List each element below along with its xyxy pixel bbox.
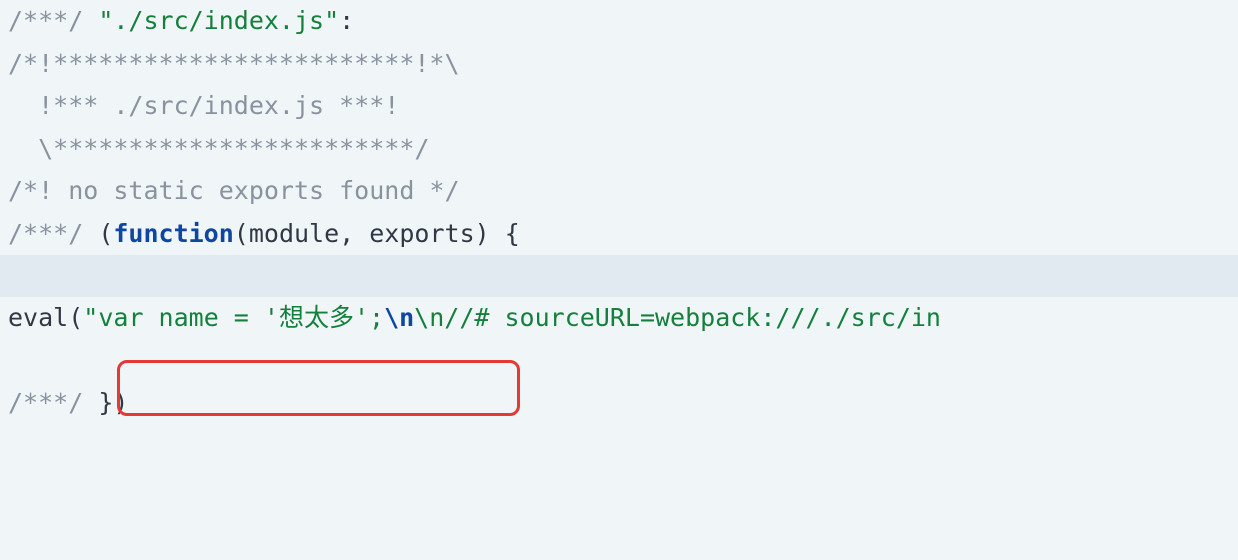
escape-sequence: \n [414, 303, 444, 332]
code-line-2: /*!************************!*\ [0, 43, 1238, 86]
close-braces: }) [98, 388, 128, 417]
function-params: (module, exports) [234, 219, 505, 248]
code-line-6: /***/ (function(module, exports) { [0, 213, 1238, 256]
code-line-5: /*! no static exports found */ [0, 170, 1238, 213]
escape-sequence: \n [384, 303, 414, 332]
comment-marker: /***/ [8, 6, 98, 35]
source-url-comment: //# sourceURL=webpack:///./src/in [444, 303, 941, 332]
code-line-4: \************************/ [0, 128, 1238, 171]
code-line-7-blank [0, 255, 1238, 297]
string-quote: " [83, 303, 98, 332]
string-content: var name = '想太多'; [98, 303, 384, 332]
colon: : [339, 6, 354, 35]
function-keyword: function [113, 219, 233, 248]
code-line-8: eval("var name = '想太多';\n\n//# sourceURL… [0, 297, 1238, 340]
string-literal: "./src/index.js" [98, 6, 339, 35]
comment-block: !*** ./src/index.js ***! [8, 91, 399, 120]
code-line-1: /***/ "./src/index.js": [0, 0, 1238, 43]
code-line-3: !*** ./src/index.js ***! [0, 85, 1238, 128]
code-line-9-blank [0, 340, 1238, 382]
comment-block: \************************/ [8, 134, 429, 163]
code-line-10: /***/ }) [0, 382, 1238, 425]
brace-open: { [505, 219, 520, 248]
comment-block: /*! no static exports found */ [8, 176, 460, 205]
paren-open: ( [98, 219, 113, 248]
comment-marker: /***/ [8, 219, 98, 248]
paren-open: ( [68, 303, 83, 332]
comment-block: /*!************************!*\ [8, 49, 460, 78]
comment-marker: /***/ [8, 388, 98, 417]
code-editor[interactable]: /***/ "./src/index.js": /*!*************… [0, 0, 1238, 424]
eval-call: eval [8, 303, 68, 332]
